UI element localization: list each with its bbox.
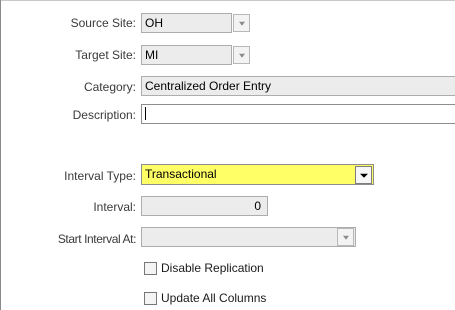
interval-type-select[interactable]: Transactional	[141, 164, 374, 185]
start-interval-at-label: Start Interval At:	[57, 232, 137, 246]
disable-replication-checkbox[interactable]	[144, 261, 157, 275]
text-caret	[145, 107, 146, 121]
description-label: Description:	[72, 108, 136, 122]
source-site-select[interactable]: OH	[141, 13, 232, 33]
chevron-down-icon	[359, 173, 368, 178]
source-site-dropdown-button[interactable]	[233, 14, 250, 32]
start-interval-at-dropdown-button[interactable]	[337, 228, 354, 246]
interval-field[interactable]: 0	[141, 196, 268, 216]
panel-left-border	[0, 0, 1, 310]
target-site-dropdown-button[interactable]	[233, 46, 250, 64]
panel-top-border	[0, 0, 455, 1]
chevron-down-icon	[238, 21, 245, 26]
category-field[interactable]: Centralized Order Entry	[141, 76, 455, 96]
target-site-select[interactable]: MI	[141, 45, 232, 65]
disable-replication-option[interactable]: Disable Replication	[144, 261, 264, 275]
chevron-down-icon	[238, 53, 245, 58]
interval-type-dropdown-button[interactable]	[355, 166, 372, 184]
update-all-columns-option[interactable]: Update All Columns	[144, 291, 266, 305]
disable-replication-label: Disable Replication	[161, 261, 264, 275]
source-site-label: Source Site:	[70, 16, 136, 30]
interval-type-label: Interval Type:	[64, 169, 136, 183]
target-site-label: Target Site:	[75, 48, 136, 62]
description-input[interactable]	[141, 104, 455, 124]
interval-label: Interval:	[93, 200, 136, 214]
update-all-columns-checkbox[interactable]	[144, 291, 157, 305]
chevron-down-icon	[342, 235, 349, 240]
start-interval-at-select[interactable]	[141, 227, 356, 247]
update-all-columns-label: Update All Columns	[161, 291, 267, 305]
category-label: Category:	[83, 80, 136, 94]
